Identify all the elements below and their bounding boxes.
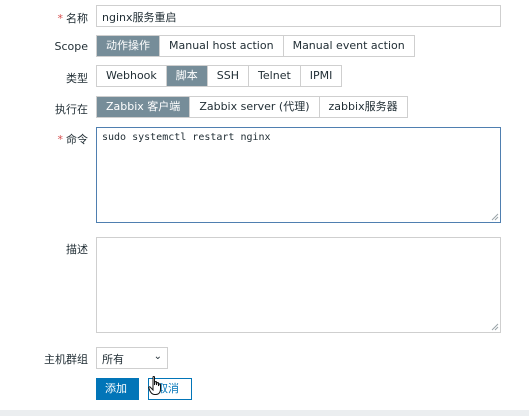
type-option-ssh[interactable]: SSH — [207, 66, 250, 86]
description-label: 描述 — [66, 243, 88, 256]
resize-grip-icon[interactable] — [491, 323, 499, 331]
command-label-text: 命令 — [66, 133, 88, 146]
type-option-telnet[interactable]: Telnet — [249, 66, 301, 86]
execute-on-option-zabbix-server[interactable]: zabbix服务器 — [319, 97, 407, 117]
add-button[interactable]: 添加 — [96, 378, 139, 400]
name-input[interactable]: nginx服务重启 — [96, 5, 501, 27]
command-label: * 命令 — [58, 131, 89, 147]
name-label: * 名称 — [58, 10, 89, 26]
type-label: 类型 — [66, 72, 88, 85]
scope-segmented-control: 动作操作 Manual host action Manual event act… — [96, 35, 415, 57]
chevron-down-icon: ⌄ — [153, 351, 162, 362]
description-textarea[interactable] — [96, 237, 501, 333]
hand-pointer-icon — [148, 376, 161, 395]
type-segmented-control: Webhook 脚本 SSH Telnet IPMI — [96, 65, 343, 87]
execute-on-label: 执行在 — [55, 103, 88, 116]
required-marker: * — [57, 12, 64, 25]
scope-option-manual-event-action[interactable]: Manual event action — [283, 36, 414, 56]
name-label-text: 名称 — [66, 12, 88, 25]
execute-on-segmented-control: Zabbix 客户端 Zabbix server (代理) zabbix服务器 — [96, 96, 408, 118]
host-group-select-value: 所有 — [102, 353, 124, 366]
host-group-select[interactable]: 所有 ⌄ — [96, 347, 168, 369]
scope-label: Scope — [54, 40, 88, 53]
type-option-ipmi[interactable]: IPMI — [300, 66, 342, 86]
host-group-label: 主机群组 — [44, 353, 88, 366]
type-option-script[interactable]: 脚本 — [166, 66, 208, 86]
resize-grip-icon[interactable] — [491, 213, 499, 221]
required-marker: * — [57, 133, 64, 146]
scope-option-manual-host-action[interactable]: Manual host action — [160, 36, 284, 56]
name-input-value: nginx服务重启 — [102, 11, 177, 24]
type-option-webhook[interactable]: Webhook — [97, 66, 167, 86]
command-textarea-value: sudo systemctl restart nginx — [102, 132, 271, 143]
scope-option-action-operation[interactable]: 动作操作 — [97, 36, 160, 56]
execute-on-option-agent[interactable]: Zabbix 客户端 — [97, 97, 191, 117]
command-textarea[interactable]: sudo systemctl restart nginx — [96, 127, 501, 223]
execute-on-option-server-proxy[interactable]: Zabbix server (代理) — [190, 97, 320, 117]
footer-bar — [0, 410, 529, 416]
